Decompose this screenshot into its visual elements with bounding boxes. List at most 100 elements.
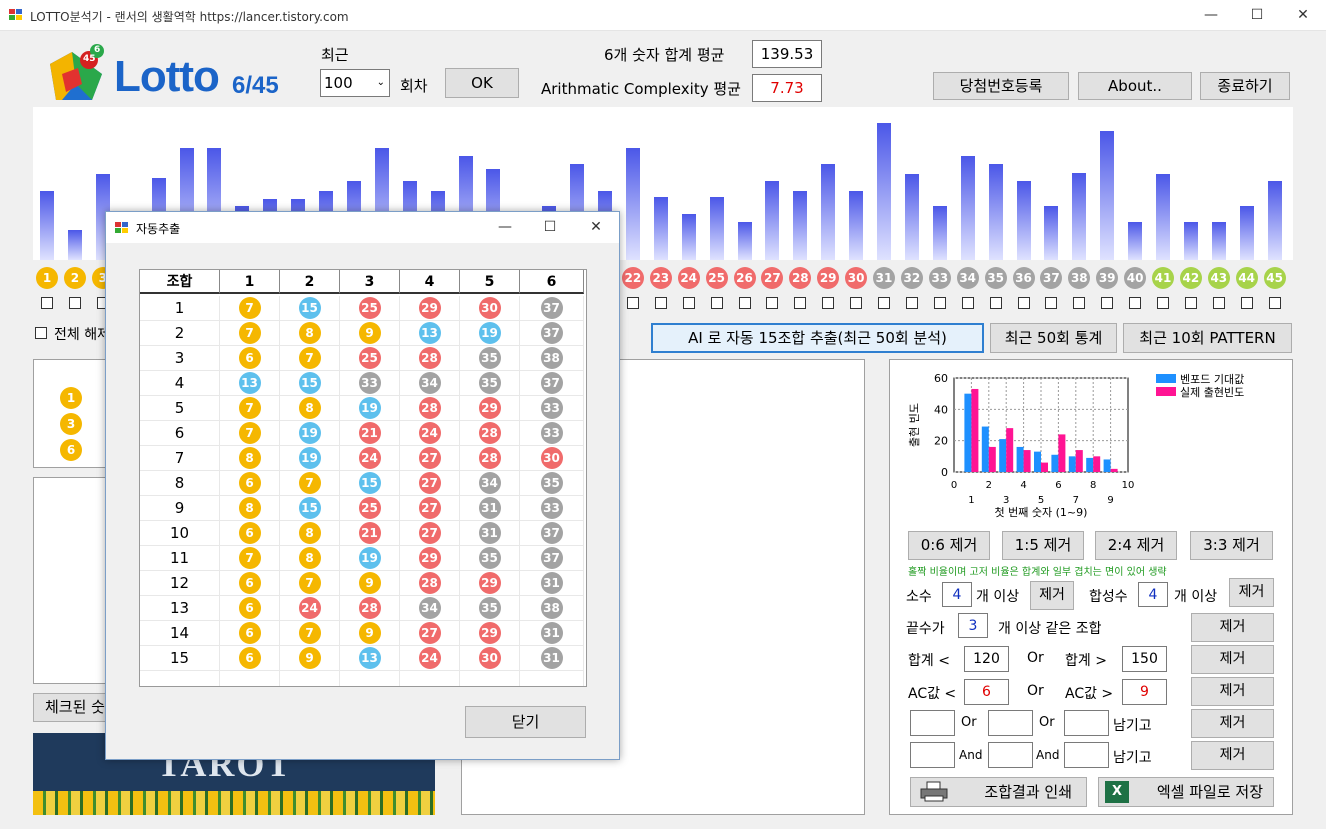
- number-checkbox[interactable]: [905, 297, 918, 309]
- number-checkbox[interactable]: [1101, 297, 1114, 309]
- number-checkbox[interactable]: [822, 297, 835, 309]
- dialog-close-icon[interactable]: ✕: [573, 212, 619, 243]
- excel-save-button[interactable]: X 엑셀 파일로 저장: [1098, 777, 1274, 807]
- remove-2-4-button[interactable]: 2:4 제거: [1095, 531, 1177, 560]
- dialog-maximize-icon[interactable]: ☐: [527, 212, 573, 243]
- grid-ball: 37: [540, 297, 563, 319]
- prime-remove-button[interactable]: 제거: [1030, 581, 1074, 610]
- grid-ball: 8: [298, 322, 321, 344]
- grid-cell: 31: [520, 571, 584, 596]
- end-digit-input[interactable]: 3: [958, 613, 988, 638]
- minimize-icon[interactable]: —: [1188, 0, 1234, 31]
- dialog-close-button[interactable]: 닫기: [465, 706, 586, 738]
- x-tick-label: 0: [951, 480, 957, 491]
- prime-label: 소수: [906, 589, 932, 605]
- stats-50-button[interactable]: 최근 50회 통계: [990, 323, 1117, 353]
- number-checkbox[interactable]: [794, 297, 807, 309]
- grid-cell: 35: [460, 596, 520, 621]
- ac-avg-label: Arithmatic Complexity 평균: [541, 80, 741, 98]
- or-input-3[interactable]: [1064, 710, 1109, 736]
- composite-remove-button[interactable]: 제거: [1229, 578, 1274, 607]
- select-all-checkbox[interactable]: [35, 327, 47, 339]
- grid-ball: 6: [238, 647, 261, 669]
- grid-cell: 30: [520, 446, 584, 471]
- remove-3-3-button[interactable]: 3:3 제거: [1190, 531, 1273, 560]
- composite-input[interactable]: 4: [1138, 582, 1168, 607]
- number-checkbox[interactable]: [1045, 297, 1058, 309]
- number-ball: 25: [705, 267, 728, 289]
- remove-1-5-button[interactable]: 1:5 제거: [1002, 531, 1084, 560]
- ac-remove-button[interactable]: 제거: [1191, 677, 1274, 706]
- sum-remove-button[interactable]: 제거: [1191, 645, 1274, 674]
- print-button[interactable]: 조합결과 인쇄: [910, 777, 1087, 807]
- grid-cell: 27: [400, 446, 460, 471]
- number-checkbox[interactable]: [1017, 297, 1030, 309]
- register-button[interactable]: 당첨번호등록: [933, 72, 1069, 100]
- grid-cell: 27: [400, 621, 460, 646]
- number-checkbox[interactable]: [766, 297, 779, 309]
- and-input-3[interactable]: [1064, 742, 1109, 768]
- number-checkbox[interactable]: [933, 297, 946, 309]
- grid-cell: 24: [280, 596, 340, 621]
- recent-select[interactable]: 100 ⌄: [320, 69, 390, 97]
- number-checkbox[interactable]: [1240, 297, 1253, 309]
- maximize-icon[interactable]: ☐: [1234, 0, 1280, 31]
- number-checkbox[interactable]: [1073, 297, 1086, 309]
- and-input-2[interactable]: [988, 742, 1033, 768]
- or-input-1[interactable]: [910, 710, 955, 736]
- end-digit-remove-button[interactable]: 제거: [1191, 613, 1274, 642]
- ok-button[interactable]: OK: [445, 68, 519, 98]
- number-checkbox[interactable]: [626, 297, 639, 309]
- or-remove-button[interactable]: 제거: [1191, 709, 1274, 738]
- exit-button[interactable]: 종료하기: [1200, 72, 1290, 100]
- frequency-bar: [1100, 131, 1115, 260]
- number-checkbox[interactable]: [710, 297, 723, 309]
- number-checkbox[interactable]: [878, 297, 890, 309]
- number-checkbox[interactable]: [654, 297, 667, 309]
- sum-max-input[interactable]: 150: [1122, 646, 1167, 672]
- grid-cell: 35: [460, 346, 520, 371]
- dialog-minimize-icon[interactable]: —: [482, 212, 528, 243]
- number-checkbox[interactable]: [738, 297, 751, 309]
- frequency-bar: [1128, 222, 1143, 260]
- grid-empty-cell: [400, 671, 460, 686]
- number-checkbox[interactable]: [1157, 297, 1169, 309]
- and-remove-button[interactable]: 제거: [1191, 741, 1274, 770]
- close-icon[interactable]: ✕: [1280, 0, 1326, 31]
- grid-cell: 8: [220, 496, 280, 521]
- about-button[interactable]: About..: [1078, 72, 1192, 100]
- or-input-2[interactable]: [988, 710, 1033, 736]
- number-checkbox[interactable]: [961, 297, 974, 309]
- number-ball: 34: [956, 267, 979, 289]
- ai-extract-button[interactable]: AI 로 자동 15조합 추출(최근 50회 분석): [651, 323, 984, 353]
- remove-0-6-button[interactable]: 0:6 제거: [908, 531, 990, 560]
- sum-min-input[interactable]: 120: [964, 646, 1009, 672]
- and-input-1[interactable]: [910, 742, 955, 768]
- number-checkbox[interactable]: [1184, 297, 1197, 309]
- grid-header: 조합: [140, 270, 220, 294]
- number-checkbox[interactable]: [989, 297, 1002, 309]
- ac-max-input[interactable]: 9: [1122, 679, 1167, 705]
- frequency-bar: [904, 174, 919, 260]
- number-checkbox[interactable]: [682, 297, 695, 309]
- grid-cell: 8: [220, 446, 280, 471]
- grid-ball: 15: [298, 297, 321, 319]
- number-checkbox[interactable]: [1212, 297, 1225, 309]
- pattern-10-button[interactable]: 최근 10회 PATTERN: [1123, 323, 1292, 353]
- number-checkbox[interactable]: [1268, 297, 1281, 309]
- number-checkbox[interactable]: [41, 297, 53, 309]
- number-checkbox[interactable]: [850, 297, 863, 309]
- grid-cell: 37: [520, 296, 584, 321]
- number-checkbox[interactable]: [1129, 297, 1142, 309]
- grid-ball: 15: [298, 497, 321, 519]
- grid-ball: 37: [540, 522, 563, 544]
- grid-ball: 35: [478, 372, 501, 394]
- logo-badge-45: 45: [83, 54, 96, 64]
- number-checkbox[interactable]: [68, 297, 81, 309]
- chart-bar: [971, 388, 979, 472]
- grid-ball: 35: [478, 347, 501, 369]
- grid-empty-cell: [340, 671, 400, 686]
- grid-row-number: 8: [140, 471, 220, 496]
- ac-min-input[interactable]: 6: [964, 679, 1009, 705]
- prime-input[interactable]: 4: [942, 582, 972, 607]
